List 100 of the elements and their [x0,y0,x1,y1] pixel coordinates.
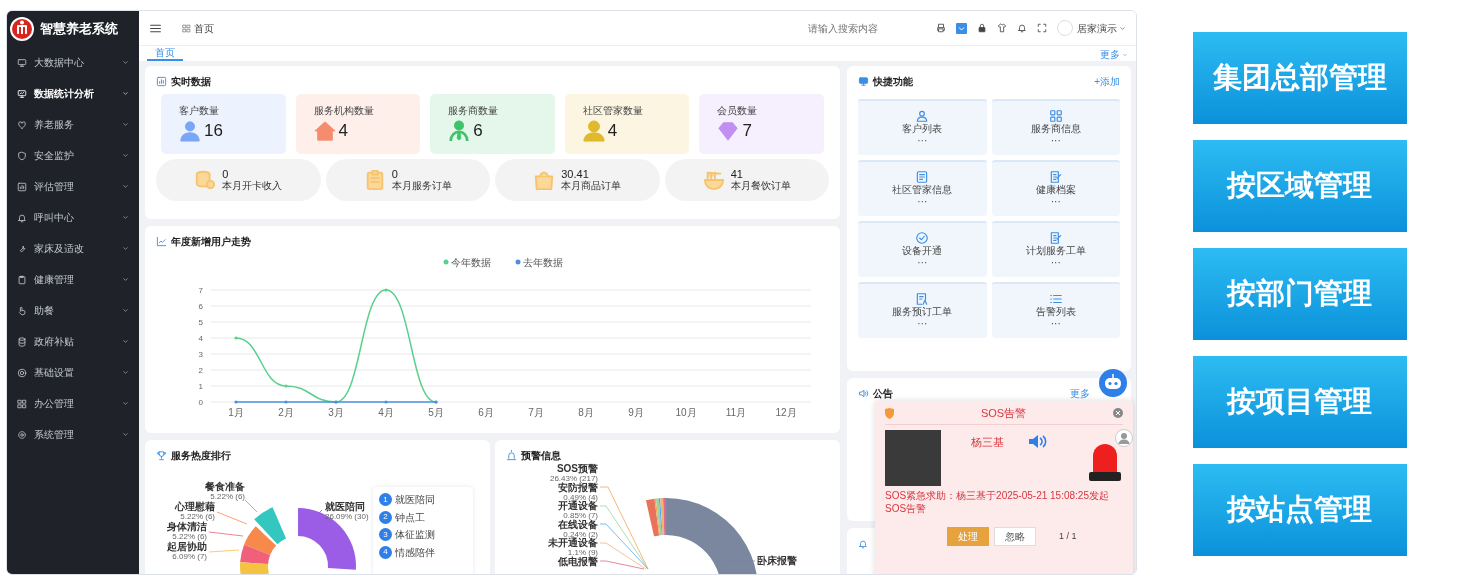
dropdown-icon[interactable] [955,22,967,34]
app-title: 智慧养老系统 [40,20,118,39]
sidebar-item[interactable]: 呼叫中心 [7,202,139,233]
legend-item[interactable]: 今年数据 [443,257,491,268]
more-dots: ··· [917,318,928,331]
chevron-down-icon [122,121,129,128]
user-menu[interactable]: 居家演示 [1076,20,1126,36]
tile-label: 告警列表 [1035,305,1076,318]
order-label: 本月商品订单 [561,180,622,193]
quick-function-tile[interactable]: 服务商信息 ··· [991,99,1120,155]
sidebar-item[interactable]: 助餐 [7,295,139,326]
page-tab[interactable]: 首页 [147,47,183,61]
axis-tick-label: 3月 [328,407,344,418]
robot-icon[interactable] [1099,369,1127,397]
chevron-down-icon [122,276,129,283]
order-value: 0 [391,167,399,181]
panel-title: 快捷功能 [873,75,913,89]
bell-icon[interactable] [1016,23,1027,33]
clipboard-icon [17,274,27,285]
sidebar-item[interactable]: 办公管理 [7,388,139,419]
stat-value: 16 [204,120,223,142]
caret-icon [1119,24,1126,32]
add-link[interactable]: +添加 [1094,74,1120,89]
breadcrumb-item[interactable]: 首页 [193,20,214,36]
legend-item[interactable]: 去年数据 [515,257,563,268]
action-button[interactable]: 忽略 [994,527,1036,546]
stat-value: 4 [607,120,618,142]
sidebar-item[interactable]: 大数据中心 [7,47,139,78]
rank-label: 情感陪伴 [394,545,435,560]
panel-title: 公告 [873,387,893,401]
chevron-down-icon [122,214,129,221]
more-dots: ··· [917,196,928,209]
sidebar-item[interactable]: 评估管理 [7,171,139,202]
quick-function-tile[interactable]: 社区管家信息 ··· [858,160,987,216]
chevron-down-icon [122,400,129,407]
quick-function-tile[interactable]: 服务预订工单 ··· [858,282,987,338]
axis-tick-label: 6 [198,302,203,311]
sidebar-item[interactable]: 系统管理 [7,419,139,450]
pager-text: 1 / 1 [1059,529,1077,543]
lock-icon[interactable] [976,23,987,33]
tile-label: 社区管家信息 [892,183,953,196]
slice-label: 开通设备 [558,500,598,511]
grid-icon [182,23,191,33]
chevron-down-icon [122,59,129,66]
chevron-down-icon [122,338,129,345]
stat-value: 4 [338,120,349,142]
axis-tick-label: 7 [198,286,203,295]
grid-icon [17,398,27,409]
sidebar-item[interactable]: 养老服务 [7,109,139,140]
stat-label: 社区管家数量 [582,104,644,118]
stat-label: 服务商数量 [448,104,500,118]
monitor-icon [17,88,27,99]
chevron-down-icon [122,90,129,97]
more-tabs-button[interactable]: 更多 [1099,49,1128,61]
axis-tick-label: 7月 [528,407,544,418]
shirt-icon[interactable] [996,23,1007,33]
stat-value: 7 [742,120,752,142]
trophy-icon [156,450,167,461]
quick-function-tile[interactable]: 健康档案 ··· [991,160,1120,216]
slice-value-label: 5.22% (6) [210,492,245,501]
quick-function-tile[interactable]: 设备开通 ··· [858,221,987,277]
sidebar-item[interactable]: 健康管理 [7,264,139,295]
axis-tick-label: 5月 [428,407,444,418]
slice-value-label: 0.85% (7) [563,511,598,520]
speaker-icon[interactable] [1029,434,1047,449]
order-value: 0 [222,167,230,181]
slice-value-label: 1.1% (9) [567,548,598,557]
popup-title: SOS告警 [979,406,1028,421]
quick-function-tile[interactable]: 告警列表 ··· [991,282,1120,338]
sidebar-item[interactable]: 安全监护 [7,140,139,171]
rank-number: 1 [379,493,392,506]
sidebar-item[interactable]: 家床及适改 [7,233,139,264]
rank-number: 4 [379,545,392,559]
more-link[interactable]: 更多 [1070,386,1090,401]
monitor-icon [17,57,27,68]
axis-tick-label: 0 [198,398,203,407]
more-dots: ··· [1050,135,1061,148]
stat-value: 6 [473,120,483,142]
person-icon [915,108,930,123]
check-circle-icon [915,230,930,245]
fullscreen-icon[interactable] [1036,23,1047,33]
alert-message: SOS紧急求助：杨三基于2025-05-21 15:08:25发起SOS告警 [885,489,1110,515]
axis-tick-label: 2月 [278,407,294,418]
avatar-icon[interactable] [1115,429,1133,447]
tile-label: 服务预订工单 [892,305,953,318]
axis-tick-label: 1月 [228,407,244,418]
sidebar-item[interactable]: 数据统计分析 [7,78,139,109]
quick-function-tile[interactable]: 客户列表 ··· [858,99,987,155]
axis-tick-label: 2 [198,366,203,375]
printer-icon[interactable] [935,23,946,33]
chevron-down-icon [122,183,129,190]
quick-function-tile[interactable]: 计划服务工单 ··· [991,221,1120,277]
sidebar-item[interactable]: 政府补贴 [7,326,139,357]
bell-icon [17,212,27,223]
slice-value-label: 5.22% (6) [172,532,207,541]
slice-label: 起居协助 [167,541,207,552]
stat-label: 客户数量 [179,104,220,118]
sidebar-item[interactable]: 基础设置 [7,357,139,388]
edit-icon [1048,169,1063,184]
close-icon[interactable] [1113,408,1123,419]
